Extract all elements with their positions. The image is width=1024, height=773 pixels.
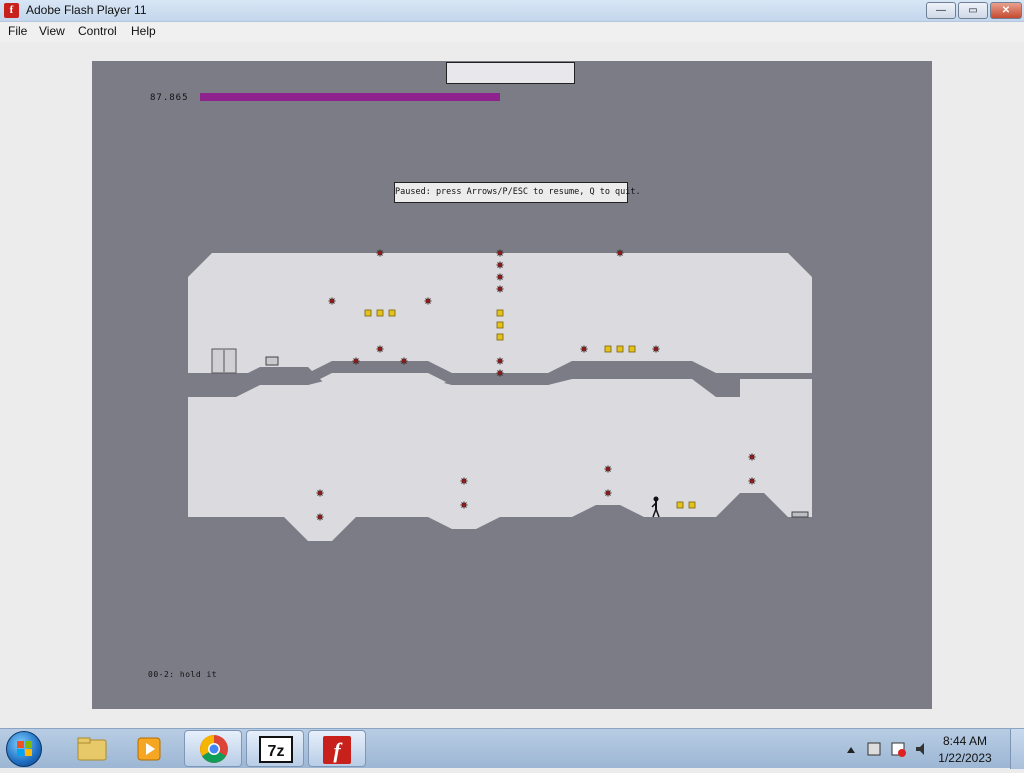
mine bbox=[616, 249, 624, 257]
show-desktop-button[interactable] bbox=[1010, 729, 1024, 769]
mine bbox=[376, 249, 384, 257]
mine bbox=[424, 297, 432, 305]
title-bar[interactable]: f Adobe Flash Player 11 — ▭ ✕ bbox=[0, 0, 1024, 22]
taskbar: 7z f 8:44 AM 1/22/2023 bbox=[0, 728, 1024, 769]
mine bbox=[604, 465, 612, 473]
tray-expand-icon bbox=[847, 747, 855, 753]
mine bbox=[352, 357, 360, 365]
mine bbox=[328, 297, 336, 305]
gold-piece bbox=[496, 309, 504, 317]
mine bbox=[580, 345, 588, 353]
7zip-icon[interactable]: 7z bbox=[246, 730, 304, 767]
system-tray-icons bbox=[847, 742, 924, 757]
mine bbox=[652, 345, 660, 353]
menu-control[interactable]: Control bbox=[78, 24, 117, 38]
flash-player-icon[interactable]: f bbox=[308, 730, 366, 767]
mine bbox=[400, 357, 408, 365]
gold-piece bbox=[376, 309, 384, 317]
lower-room-floor bbox=[188, 373, 812, 541]
mine bbox=[316, 489, 324, 497]
clock-time[interactable]: 8:44 AM bbox=[936, 734, 994, 748]
launch-pad bbox=[791, 511, 809, 518]
flash-app-icon: f bbox=[4, 3, 19, 18]
volume-icon bbox=[916, 743, 924, 755]
mine bbox=[604, 489, 612, 497]
gold-piece bbox=[388, 309, 396, 317]
mine bbox=[748, 477, 756, 485]
mine bbox=[316, 513, 324, 521]
level-map bbox=[188, 249, 812, 541]
menu-help[interactable]: Help bbox=[131, 24, 156, 38]
mine bbox=[496, 261, 504, 269]
flash-stage: 87.865 Paused: press Arrows/P/ESC to res… bbox=[0, 42, 1024, 728]
close-button[interactable]: ✕ bbox=[990, 2, 1022, 19]
gold-piece bbox=[616, 345, 624, 353]
window-title: Adobe Flash Player 11 bbox=[26, 3, 147, 17]
mine bbox=[748, 453, 756, 461]
door-switch bbox=[265, 356, 279, 366]
svg-text:7z: 7z bbox=[268, 743, 285, 760]
menu-bar: File View Control Help bbox=[0, 22, 1024, 42]
minimize-button[interactable]: — bbox=[926, 2, 956, 19]
chrome-icon[interactable] bbox=[184, 730, 242, 767]
mine bbox=[496, 369, 504, 377]
clock-date[interactable]: 1/22/2023 bbox=[936, 751, 994, 765]
mine bbox=[496, 273, 504, 281]
menu-view[interactable]: View bbox=[39, 24, 65, 38]
gold-piece bbox=[496, 333, 504, 341]
mine bbox=[460, 501, 468, 509]
windows-flag-icon bbox=[17, 741, 33, 757]
mine bbox=[496, 357, 504, 365]
pause-message: Paused: press Arrows/P/ESC to resume, Q … bbox=[394, 182, 641, 203]
gold-piece bbox=[496, 321, 504, 329]
start-orb[interactable] bbox=[6, 731, 42, 767]
mine bbox=[460, 477, 468, 485]
mine bbox=[496, 249, 504, 257]
windows-explorer-icon[interactable] bbox=[62, 730, 120, 767]
gold-piece bbox=[364, 309, 372, 317]
gold-piece bbox=[688, 501, 696, 509]
network-icon bbox=[867, 742, 881, 756]
menu-file[interactable]: File bbox=[8, 24, 27, 38]
maximize-button[interactable]: ▭ bbox=[958, 2, 988, 19]
level-name: 00-2: hold it bbox=[148, 670, 218, 679]
gold-piece bbox=[604, 345, 612, 353]
mine bbox=[376, 345, 384, 353]
media-player-icon[interactable] bbox=[120, 730, 178, 767]
gold-piece bbox=[676, 501, 684, 509]
gold-piece bbox=[628, 345, 636, 353]
mine bbox=[496, 285, 504, 293]
game-canvas[interactable]: 87.865 Paused: press Arrows/P/ESC to res… bbox=[92, 61, 932, 709]
